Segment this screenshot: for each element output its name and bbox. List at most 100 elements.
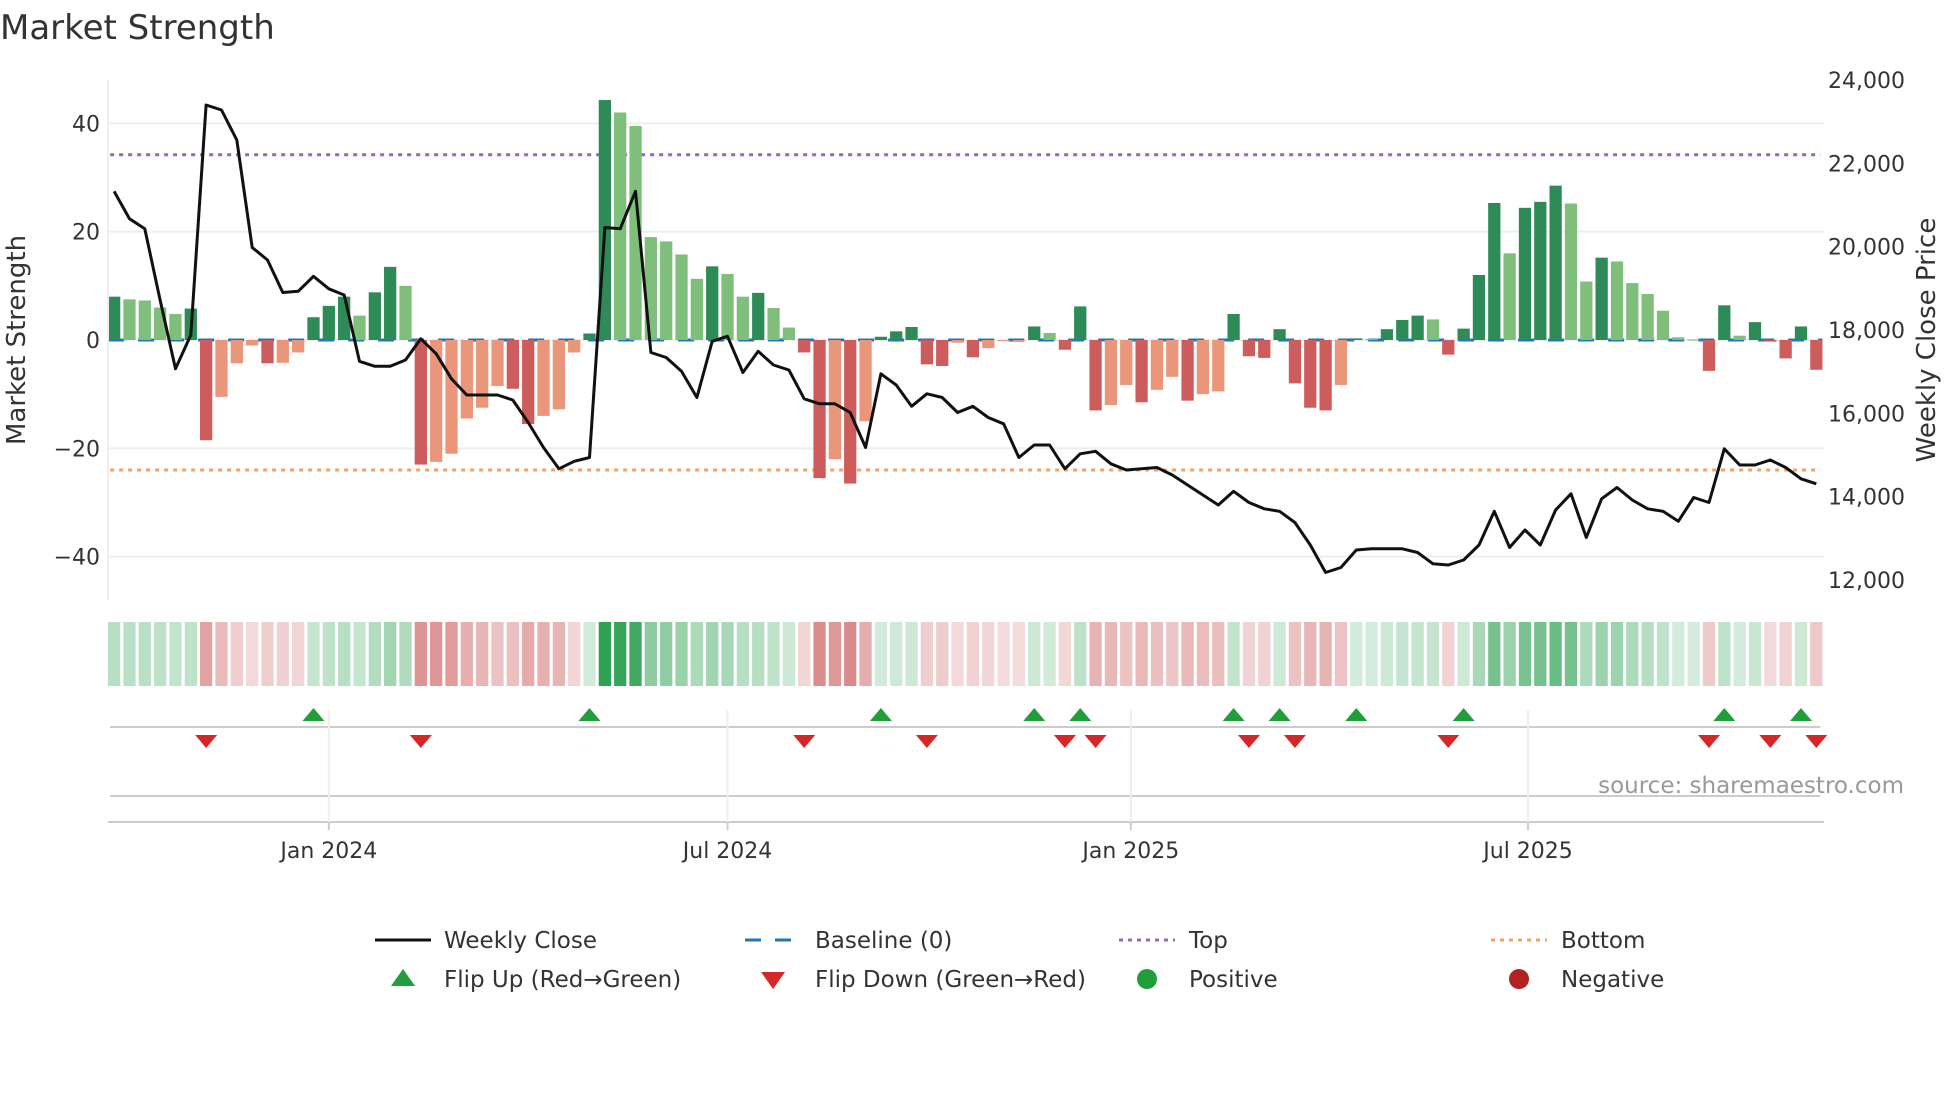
heat-tile: [1472, 622, 1486, 686]
strength-bar: [1764, 340, 1777, 342]
strength-bar: [1472, 275, 1486, 340]
strength-bar: [322, 305, 335, 340]
heat-tile: [1288, 622, 1302, 686]
strength-bar: [874, 336, 888, 340]
strength-bar: [798, 340, 811, 353]
strength-bar: [292, 340, 305, 353]
y-tick-label: −40: [54, 546, 100, 571]
heat-tile: [1104, 622, 1118, 686]
strength-bar: [583, 333, 596, 340]
strength-bar: [660, 241, 673, 340]
x-tick-label: Jan 2024: [278, 839, 377, 864]
heat-tile: [905, 622, 918, 686]
strength-bar: [920, 340, 934, 365]
strength-bar: [1457, 328, 1470, 340]
strength-bar: [1350, 338, 1363, 340]
y2-tick-label: 22,000: [1828, 152, 1905, 177]
strength-bar: [230, 340, 243, 364]
strength-bar: [169, 314, 182, 340]
heat-tile: [445, 622, 458, 686]
flip-down-marker: [1697, 735, 1720, 748]
heat-tile: [154, 622, 167, 686]
strength-bar: [936, 340, 949, 366]
heat-tile: [844, 622, 857, 686]
strength-bar: [690, 278, 704, 340]
strength-bar: [752, 292, 765, 340]
heat-tile: [859, 622, 872, 686]
heat-tile: [1058, 622, 1072, 686]
strength-bar: [1227, 314, 1240, 340]
flip-down-marker: [915, 735, 938, 748]
legend-label: Negative: [1561, 967, 1664, 993]
strength-bar: [706, 266, 719, 340]
heat-tile: [1656, 622, 1670, 686]
heat-tile: [1074, 622, 1087, 686]
strength-bar: [476, 340, 489, 408]
heat-tile: [874, 622, 888, 686]
strength-bar: [307, 317, 320, 340]
flip-down-marker: [1053, 735, 1076, 748]
strength-bar: [1258, 340, 1271, 358]
legend-label: Flip Up (Red→Green): [444, 967, 681, 993]
heat-tile: [1242, 622, 1256, 686]
heat-tile: [1380, 622, 1394, 686]
source-note: source: sharemaestro.com: [1598, 773, 1904, 799]
strength-bar: [445, 340, 458, 454]
flip-up-marker: [578, 708, 601, 721]
flip-up-marker: [1789, 708, 1812, 721]
heat-tile: [1043, 622, 1056, 686]
heat-tile: [1610, 622, 1624, 686]
heat-tile: [568, 622, 581, 686]
y-axis-label: Market Strength: [2, 235, 32, 445]
strength-bar: [675, 254, 688, 340]
strength-bar: [537, 340, 550, 416]
heat-tile: [322, 622, 335, 686]
heat-tile: [1764, 622, 1777, 686]
heat-tile: [522, 622, 535, 686]
heat-tile: [828, 622, 842, 686]
heat-tile: [169, 622, 182, 686]
x-tick-label: Jul 2024: [681, 839, 773, 864]
strength-bar: [123, 299, 136, 340]
heat-tile: [1304, 622, 1317, 686]
strength-bar: [1488, 202, 1501, 340]
strength-bar: [108, 296, 121, 340]
flip-down-marker: [1283, 735, 1306, 748]
heat-tile: [430, 622, 443, 686]
y-tick-label: −20: [54, 437, 100, 462]
x-tick-label: Jul 2025: [1481, 839, 1573, 864]
strength-bar: [1334, 340, 1348, 385]
heat-tile: [767, 622, 780, 686]
strength-bar: [890, 331, 903, 340]
strength-bar: [905, 327, 918, 340]
strength-bar: [1212, 340, 1225, 392]
legend-label: Top: [1188, 928, 1228, 954]
heat-tile: [736, 622, 750, 686]
heat-tile: [200, 622, 213, 686]
heat-tile: [1518, 622, 1532, 686]
strength-bar: [1549, 185, 1562, 340]
heat-tile: [982, 622, 995, 686]
strength-bar: [568, 340, 581, 353]
heat-tile: [951, 622, 964, 686]
strength-bar: [522, 340, 535, 424]
heat-tile: [491, 622, 504, 686]
heat-tile: [1319, 622, 1332, 686]
flip-up-marker: [1268, 708, 1291, 721]
heat-tile: [276, 622, 289, 686]
strength-bar: [1672, 337, 1685, 340]
strength-bar: [1687, 339, 1700, 341]
heat-tile: [1396, 622, 1409, 686]
x-tick-label: Jan 2025: [1080, 839, 1179, 864]
strength-bar: [1150, 340, 1164, 390]
heat-tile: [1442, 622, 1455, 686]
strength-bar: [1028, 326, 1041, 340]
heat-tile: [552, 622, 565, 686]
heat-tile: [476, 622, 489, 686]
heat-tile: [123, 622, 136, 686]
heat-tile: [1534, 622, 1547, 686]
flip-down-marker: [1437, 735, 1460, 748]
strength-bar: [138, 300, 151, 340]
strength-bar: [736, 296, 750, 340]
heat-tile: [675, 622, 688, 686]
